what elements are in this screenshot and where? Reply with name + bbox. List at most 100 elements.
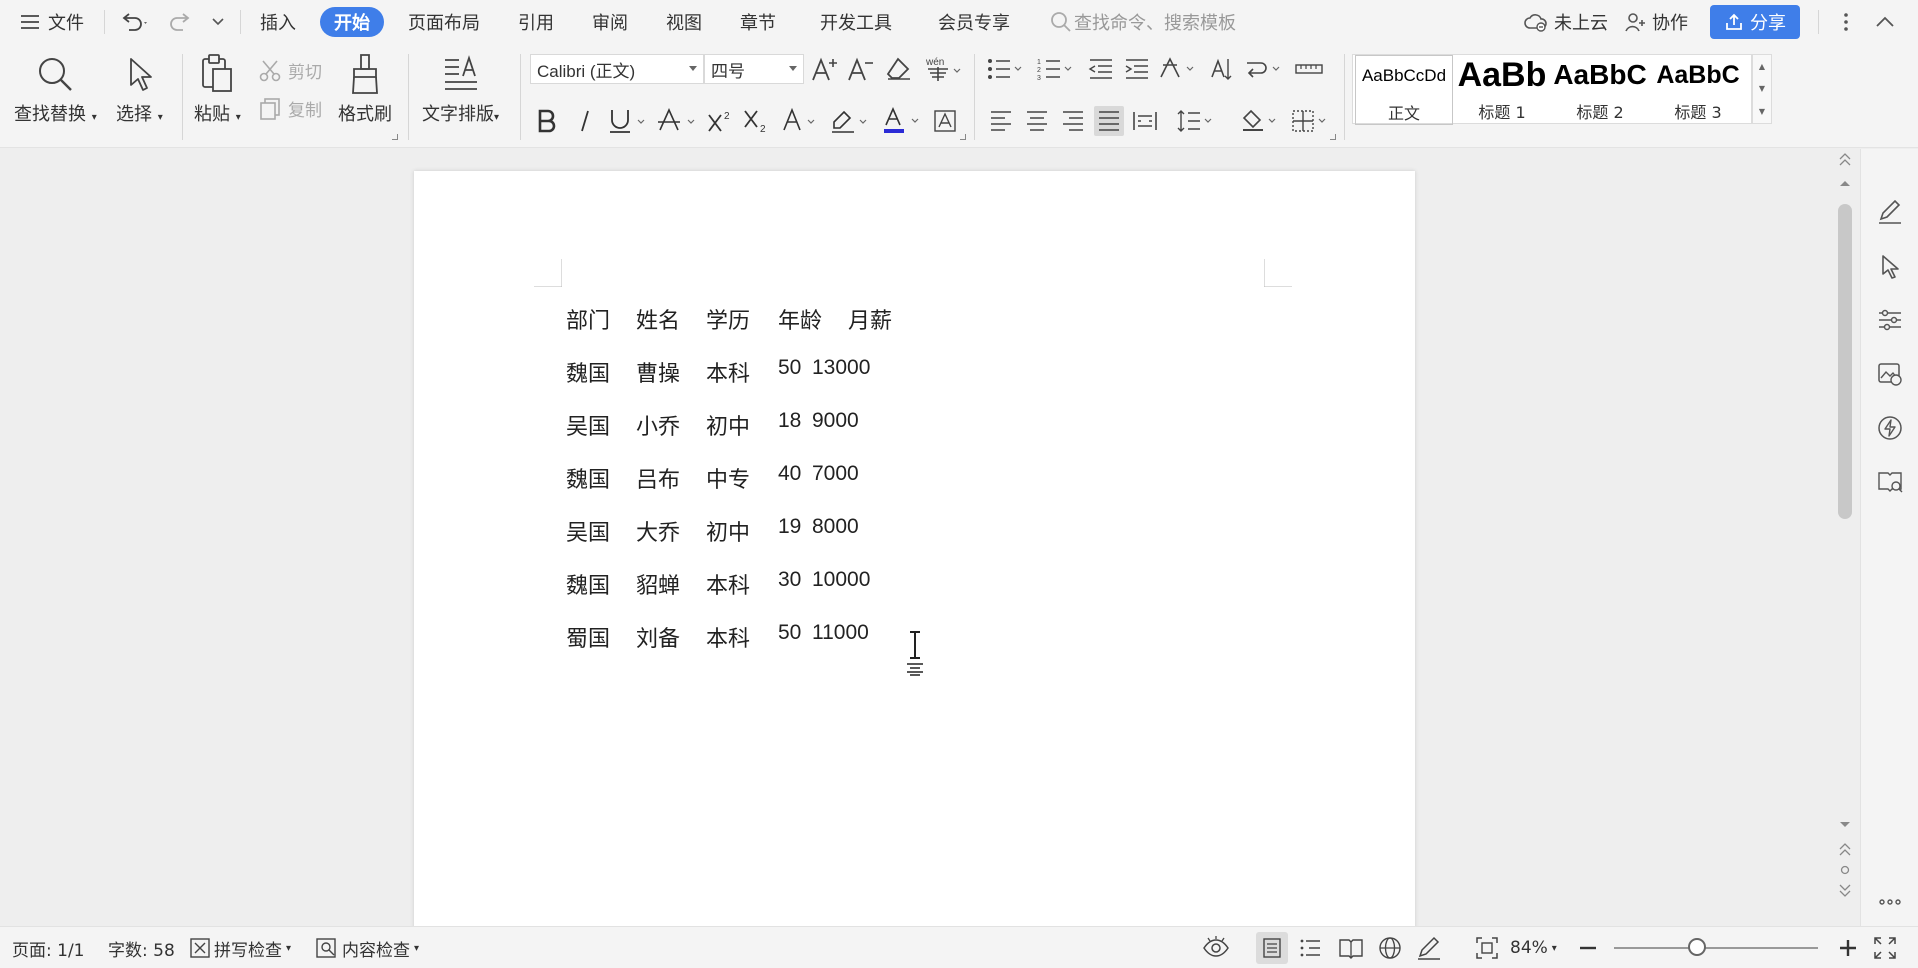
fit-page-icon[interactable] xyxy=(1476,937,1498,959)
clipboard-group-launcher[interactable] xyxy=(392,134,398,140)
scroll-down-icon[interactable] xyxy=(1839,821,1851,829)
fullscreen-icon[interactable] xyxy=(1874,937,1896,959)
cut-button[interactable]: 剪切 xyxy=(258,58,322,83)
sliders-icon[interactable] xyxy=(1877,307,1903,333)
data-cell[interactable]: 30 xyxy=(778,568,801,592)
clear-format-button[interactable] xyxy=(884,54,914,84)
undo-button[interactable] xyxy=(114,0,154,44)
data-cell[interactable]: 19 xyxy=(778,515,801,539)
content-check-button[interactable]: 内容检查 ▾ xyxy=(316,927,419,968)
header-cell[interactable]: 月薪 xyxy=(848,303,892,335)
data-cell[interactable]: 40 xyxy=(778,462,801,486)
style-heading-3[interactable]: AaBbC 标题 3 xyxy=(1649,55,1747,125)
format-painter-button[interactable]: 格式刷 xyxy=(338,50,392,126)
tab-developer[interactable]: 开发工具 xyxy=(820,0,892,44)
web-view-icon[interactable] xyxy=(1378,936,1402,960)
data-cell[interactable]: 10000 xyxy=(812,568,870,592)
highlight-button[interactable] xyxy=(828,106,872,136)
justify-button[interactable] xyxy=(1094,106,1124,136)
word-count[interactable]: 字数: 58 xyxy=(108,927,175,968)
spell-check-button[interactable]: 拼写检查 ▾ xyxy=(190,927,291,968)
data-cell[interactable]: 曹操 xyxy=(636,356,680,388)
copy-button[interactable]: 复制 xyxy=(258,96,322,121)
data-cell[interactable]: 吕布 xyxy=(636,462,680,494)
data-cell[interactable]: 50 xyxy=(778,621,801,645)
underline-button[interactable] xyxy=(606,106,650,136)
chevron-down-icon[interactable]: ▼ xyxy=(1759,84,1765,93)
strikethrough-button[interactable] xyxy=(656,106,700,136)
zoom-in-icon[interactable] xyxy=(1840,940,1856,956)
data-cell[interactable]: 11000 xyxy=(812,621,869,645)
next-page-icon[interactable] xyxy=(1839,883,1851,897)
line-spacing-button[interactable] xyxy=(1176,106,1216,136)
font-group-launcher[interactable] xyxy=(960,134,966,140)
header-cell[interactable]: 部门 xyxy=(566,303,610,335)
more-horizontal-icon[interactable] xyxy=(1877,889,1903,915)
data-cell[interactable]: 魏国 xyxy=(566,568,610,600)
zoom-out-icon[interactable] xyxy=(1580,946,1596,950)
data-cell[interactable]: 魏国 xyxy=(566,356,610,388)
more-options-button[interactable] xyxy=(1834,0,1858,44)
vertical-scrollbar[interactable] xyxy=(1834,149,1856,926)
superscript-button[interactable]: 2 xyxy=(706,106,736,136)
prev-page-icon[interactable] xyxy=(1839,843,1851,857)
data-cell[interactable]: 13000 xyxy=(812,356,870,380)
file-menu[interactable]: 文件 xyxy=(20,0,84,44)
character-border-button[interactable] xyxy=(930,106,960,136)
data-cell[interactable]: 7000 xyxy=(812,462,859,486)
data-cell[interactable]: 大乔 xyxy=(636,515,680,547)
writing-mode-icon[interactable] xyxy=(1416,936,1442,960)
data-cell[interactable]: 初中 xyxy=(706,409,750,441)
data-cell[interactable]: 蜀国 xyxy=(566,621,610,653)
expand-gallery-icon[interactable]: ▼ xyxy=(1759,107,1765,116)
font-name-dropdown[interactable]: Calibri (正文) xyxy=(530,54,704,84)
data-cell[interactable]: 9000 xyxy=(812,409,859,433)
shrink-font-button[interactable] xyxy=(846,54,876,84)
header-cell[interactable]: 年龄 xyxy=(778,303,822,335)
image-settings-icon[interactable] xyxy=(1877,361,1903,387)
zoom-slider-track[interactable] xyxy=(1614,947,1818,949)
ruler-button[interactable] xyxy=(1294,54,1324,84)
data-cell[interactable]: 本科 xyxy=(706,356,750,388)
decrease-indent-button[interactable] xyxy=(1086,54,1116,84)
data-cell[interactable]: 刘备 xyxy=(636,621,680,653)
style-heading-1[interactable]: AaBb 标题 1 xyxy=(1453,55,1551,125)
increase-indent-button[interactable] xyxy=(1122,54,1152,84)
distributed-align-button[interactable] xyxy=(1130,106,1160,136)
tab-review[interactable]: 审阅 xyxy=(592,0,628,44)
tab-home[interactable]: 开始 xyxy=(320,7,384,37)
header-cell[interactable]: 姓名 xyxy=(636,303,680,335)
zoom-level-dropdown[interactable]: 84% ▾ xyxy=(1510,927,1557,968)
data-cell[interactable]: 吴国 xyxy=(566,409,610,441)
page-view-button[interactable] xyxy=(1256,932,1288,964)
font-size-dropdown[interactable]: 四号 xyxy=(704,54,804,84)
grow-font-button[interactable] xyxy=(810,54,840,84)
paragraph-group-launcher[interactable] xyxy=(1330,134,1336,140)
zoom-slider-handle[interactable] xyxy=(1688,938,1706,956)
data-cell[interactable]: 小乔 xyxy=(636,409,680,441)
select-pointer-icon[interactable] xyxy=(1877,253,1903,279)
font-color-button[interactable] xyxy=(880,106,924,136)
data-cell[interactable]: 本科 xyxy=(706,621,750,653)
data-cell[interactable]: 貂蝉 xyxy=(636,568,680,600)
bold-button[interactable] xyxy=(532,106,562,136)
data-cell[interactable]: 18 xyxy=(778,409,801,433)
align-left-button[interactable] xyxy=(986,106,1016,136)
paste-button[interactable]: 粘贴 ▾ xyxy=(194,50,241,126)
tab-chapter[interactable]: 章节 xyxy=(740,0,776,44)
document-page[interactable] xyxy=(414,171,1415,968)
borders-button[interactable] xyxy=(1290,106,1330,136)
tab-references[interactable]: 引用 xyxy=(518,0,554,44)
tab-insert[interactable]: 插入 xyxy=(260,0,296,44)
numbered-list-button[interactable]: 123 xyxy=(1036,54,1076,84)
data-cell[interactable]: 50 xyxy=(778,356,801,380)
text-layout-button[interactable]: 文字排版▾ xyxy=(422,50,499,126)
scroll-up-icon[interactable] xyxy=(1839,179,1851,187)
tab-page-layout[interactable]: 页面布局 xyxy=(408,0,480,44)
align-center-button[interactable] xyxy=(1022,106,1052,136)
style-heading-2[interactable]: AaBbC 标题 2 xyxy=(1551,55,1649,125)
align-right-button[interactable] xyxy=(1058,106,1088,136)
data-cell[interactable]: 本科 xyxy=(706,568,750,600)
collaborate-button[interactable]: 协作 xyxy=(1624,0,1688,44)
share-button[interactable]: 分享 xyxy=(1710,5,1800,39)
